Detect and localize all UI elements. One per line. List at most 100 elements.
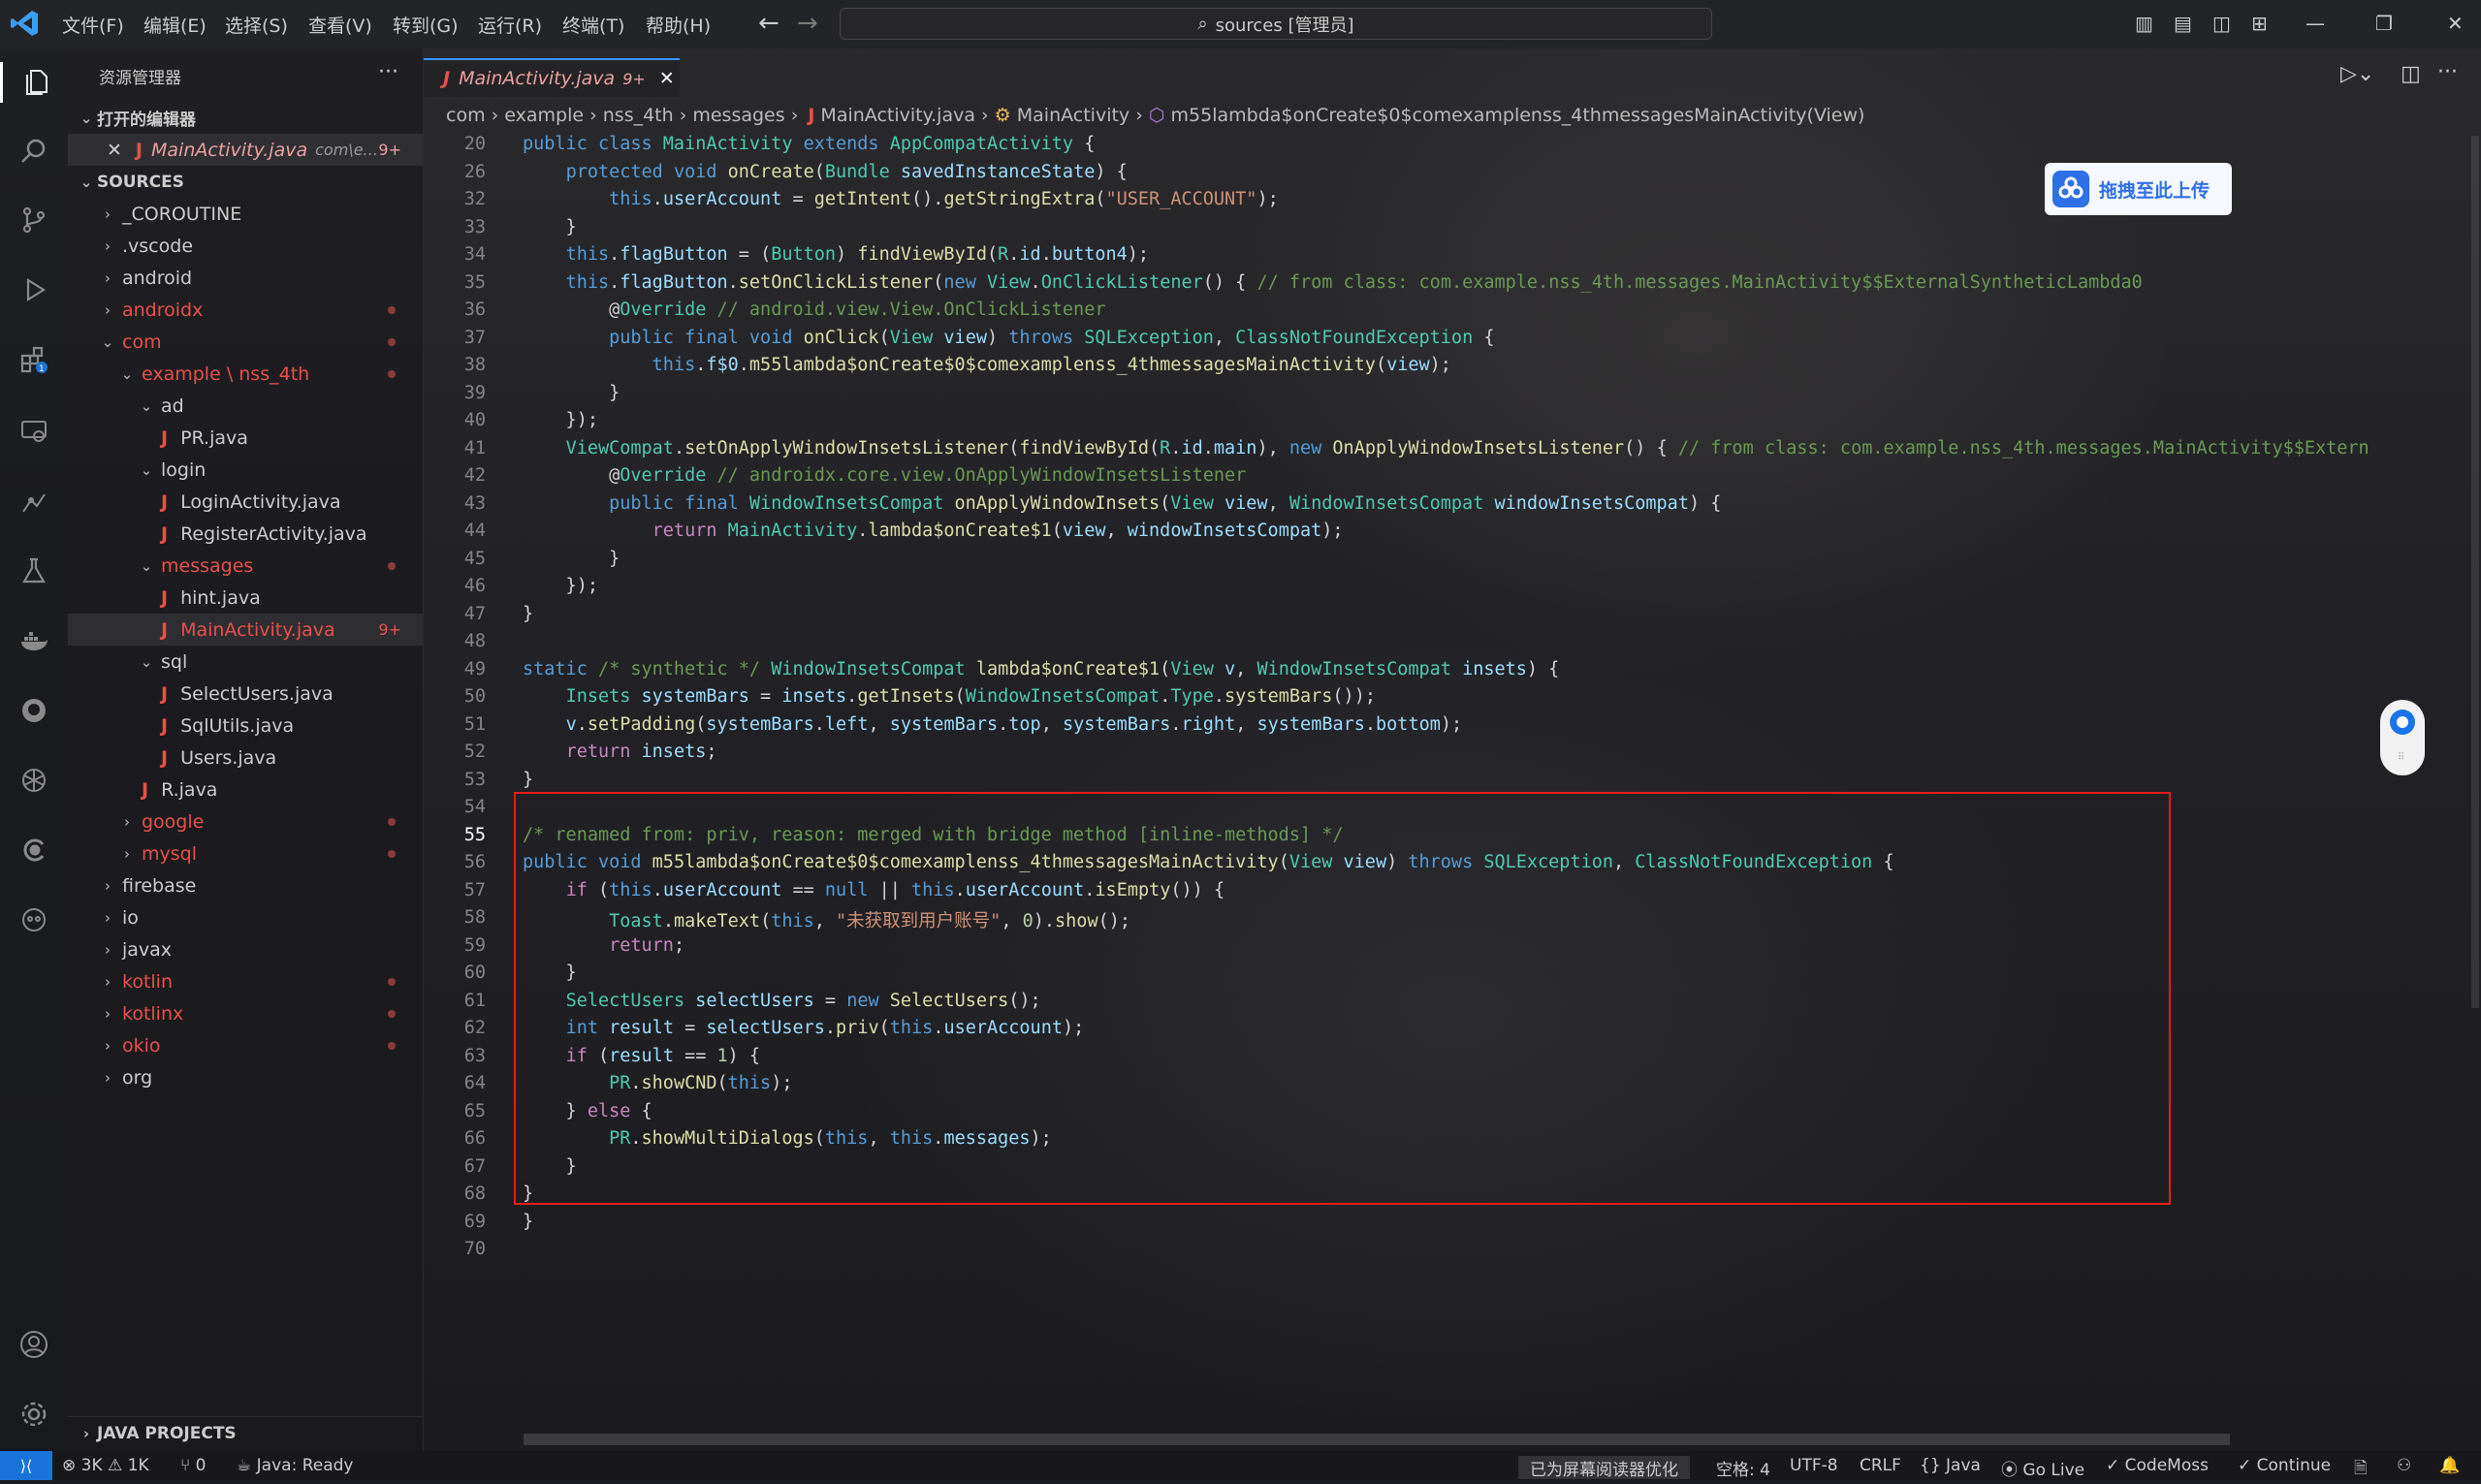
tree-file-item[interactable]: J LoginActivity.java [68, 486, 423, 518]
close-editor-icon[interactable]: ✕ [107, 140, 122, 161]
problems-indicator[interactable]: ⊗ 3K ⚠ 1K [62, 1456, 149, 1475]
floating-assistant-widget[interactable]: ⠿ [2380, 700, 2425, 775]
extensions-icon[interactable]: 1 [14, 339, 54, 380]
back-arrow-icon[interactable]: ← [758, 9, 779, 38]
split-editor-icon[interactable]: ◫ [2401, 62, 2421, 86]
codemoss-icon[interactable] [14, 830, 54, 870]
breadcrumb-item[interactable]: example [504, 105, 584, 126]
chatgpt-icon[interactable] [14, 760, 54, 801]
search-view-icon[interactable] [14, 131, 54, 172]
testing-flask-icon[interactable] [14, 481, 54, 521]
editor-more-actions-icon[interactable]: ··· [2437, 60, 2458, 84]
flask-icon[interactable] [14, 551, 54, 591]
encoding-status[interactable]: UTF-8 [1790, 1456, 1838, 1475]
github-icon[interactable] [14, 690, 54, 731]
breadcrumb-item[interactable]: m55lambda$onCreate$0$comexamplenss_4thme… [1171, 105, 1865, 126]
tree-folder-item[interactable]: › google [68, 805, 423, 837]
menu-edit[interactable]: 编辑(E) [143, 12, 207, 38]
more-actions-icon[interactable]: ··· [378, 60, 398, 84]
sources-header[interactable]: ⌄ SOURCES [68, 166, 423, 198]
ports-indicator[interactable]: ⑂ 0 [180, 1456, 206, 1475]
tree-folder-item[interactable]: › org [68, 1061, 423, 1093]
close-window-icon[interactable]: ✕ [2447, 12, 2464, 35]
tree-file-item[interactable]: J PR.java [68, 422, 423, 454]
tree-folder-item[interactable]: ⌄ sql [68, 646, 423, 678]
remote-explorer-icon[interactable] [14, 411, 54, 452]
tree-file-item[interactable]: Jhint.java [68, 582, 423, 614]
tree-folder-item[interactable]: › javax [68, 933, 423, 965]
tree-folder-item[interactable]: › _COROUTINE [68, 198, 423, 230]
tree-folder-item[interactable]: › io [68, 901, 423, 933]
copilot-icon[interactable] [14, 900, 54, 940]
close-tab-icon[interactable]: ✕ [659, 68, 675, 89]
vertical-scrollbar[interactable] [2471, 136, 2479, 1008]
language-mode-status[interactable]: {} Java [1920, 1456, 1981, 1475]
copilot-status-icon[interactable]: ⚇ [2397, 1456, 2411, 1475]
java-projects-header[interactable]: › JAVA PROJECTS [68, 1416, 423, 1449]
maximize-icon[interactable]: ❐ [2375, 12, 2393, 35]
tree-file-item[interactable]: J SelectUsers.java [68, 678, 423, 710]
run-java-icon[interactable]: ▷⌄ [2340, 62, 2374, 86]
tree-folder-item[interactable]: › .vscode [68, 230, 423, 262]
command-center-search[interactable]: ⌕ sources [管理员] [840, 8, 1712, 40]
breadcrumb-item[interactable]: messages [692, 105, 784, 126]
tree-folder-item[interactable]: › kotlin [68, 965, 423, 997]
breadcrumb-item[interactable]: MainActivity.java [820, 105, 975, 126]
java-file-icon: J [161, 746, 169, 769]
menu-file[interactable]: 文件(F) [62, 12, 124, 38]
breadcrumb-item[interactable]: nss_4th [603, 105, 674, 126]
chevron-right-icon: › [105, 205, 111, 223]
breadcrumb-item[interactable]: com [446, 105, 486, 126]
eol-status[interactable]: CRLF [1860, 1456, 1901, 1475]
tree-folder-item[interactable]: › androidx [68, 294, 423, 326]
continue-status[interactable]: ✓ Continue [2238, 1456, 2331, 1475]
go-live-button[interactable]: ⦿ Go Live [2001, 1456, 2084, 1480]
codemoss-status[interactable]: ✓ CodeMoss [2106, 1456, 2209, 1475]
tree-file-item[interactable]: J SqlUtils.java [68, 710, 423, 742]
chevron-right-icon: › [105, 1068, 111, 1087]
tree-folder-item[interactable]: ⌄ login [68, 454, 423, 486]
toggle-secondary-sidebar-icon[interactable]: ◫ [2212, 12, 2231, 35]
tree-folder-item[interactable]: › kotlinx [68, 997, 423, 1029]
menu-view[interactable]: 查看(V) [308, 12, 372, 38]
source-control-icon[interactable] [14, 200, 54, 240]
tree-folder-item[interactable]: ⌄ ad [68, 390, 423, 422]
tab-mainactivity[interactable]: J MainActivity.java 9+ ✕ [424, 58, 680, 97]
docker-icon[interactable] [14, 620, 54, 661]
menu-help[interactable]: 帮助(H) [646, 12, 711, 38]
tree-folder-item[interactable]: › android [68, 262, 423, 294]
tree-folder-item[interactable]: › mysql [68, 837, 423, 869]
run-debug-icon[interactable] [14, 269, 54, 310]
tree-folder-item[interactable]: › okio [68, 1029, 423, 1061]
menu-go[interactable]: 转到(G) [393, 12, 459, 38]
tree-file-item[interactable]: J Users.java [68, 742, 423, 774]
open-editors-header[interactable]: ⌄ 打开的编辑器 [68, 102, 423, 134]
horizontal-scrollbar[interactable] [524, 1434, 2230, 1445]
tree-folder-item[interactable]: ⌄ com [68, 326, 423, 358]
minimize-icon[interactable]: — [2306, 12, 2325, 35]
account-icon[interactable] [14, 1324, 54, 1365]
menu-terminal[interactable]: 终端(T) [562, 12, 624, 38]
tree-folder-item[interactable]: ⌄ messages [68, 550, 423, 582]
tree-folder-item[interactable]: ⌄ example \ nss_4th [68, 358, 423, 390]
breadcrumb-item[interactable]: MainActivity [1017, 105, 1129, 126]
explorer-icon[interactable] [0, 62, 71, 103]
menu-selection[interactable]: 选择(S) [225, 12, 288, 38]
open-editor-item[interactable]: ✕ J MainActivity.java com\e... 9+ [68, 134, 423, 166]
upload-drop-button[interactable]: 拖拽至此上传 [2045, 163, 2232, 215]
menu-run[interactable]: 运行(R) [478, 12, 542, 38]
customize-layout-icon[interactable]: ⊞ [2251, 12, 2268, 35]
indentation-status[interactable]: 空格: 4 [1716, 1456, 1770, 1480]
notifications-bell-icon[interactable]: 🔔 [2439, 1456, 2460, 1475]
forward-arrow-icon[interactable]: → [797, 9, 818, 38]
settings-gear-icon[interactable] [14, 1394, 54, 1435]
toggle-panel-icon[interactable]: ▤ [2174, 12, 2192, 35]
toggle-sidebar-icon[interactable]: ▥ [2135, 12, 2153, 35]
tree-file-item[interactable]: J RegisterActivity.java [68, 518, 423, 550]
tree-folder-item[interactable]: › firebase [68, 869, 423, 901]
tree-file-item[interactable]: J R.java [68, 774, 423, 805]
screen-reader-status[interactable]: 已为屏幕阅读器优化 [1518, 1456, 1690, 1480]
tree-file-item[interactable]: J MainActivity.java 9+ [68, 614, 423, 646]
remote-indicator-icon[interactable]: ⟩⟨ [0, 1451, 52, 1480]
java-status[interactable]: ☕ Java: Ready [237, 1456, 353, 1475]
